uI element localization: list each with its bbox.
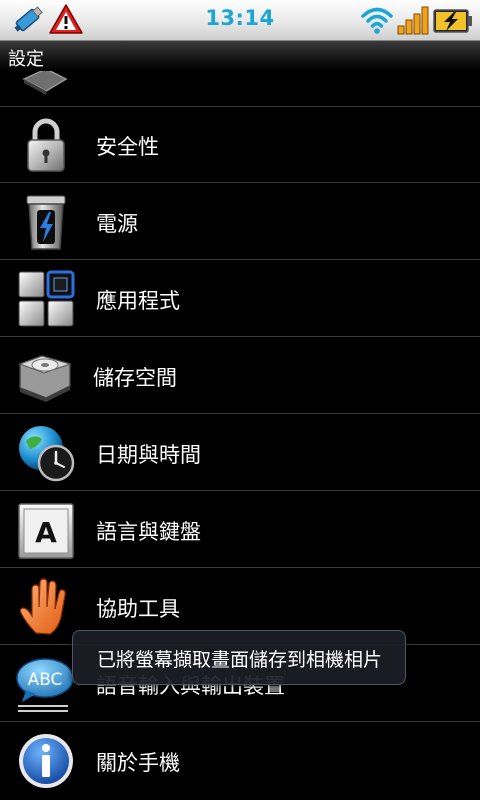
letter-a-key-icon: A bbox=[16, 500, 76, 560]
list-item-date-time[interactable]: 日期與時間 bbox=[0, 415, 480, 491]
list-item-label: 電源 bbox=[96, 212, 138, 236]
info-icon bbox=[16, 731, 76, 791]
settings-list: 安全性 電源 應用程式 儲存空間 日期與時間 A 語言與鍵盤 協助工具 ABC … bbox=[0, 71, 480, 800]
applications-grid-icon bbox=[16, 269, 76, 329]
wifi-icon bbox=[360, 4, 394, 40]
abc-speech-bubble-icon: ABC bbox=[14, 654, 74, 714]
power-trash-icon bbox=[16, 192, 76, 252]
globe-clock-icon bbox=[16, 423, 76, 483]
svg-text:A: A bbox=[35, 516, 57, 549]
list-item-label: 安全性 bbox=[96, 135, 159, 159]
svg-text:ABC: ABC bbox=[28, 670, 63, 690]
hand-icon bbox=[16, 577, 76, 637]
list-item-label: 日期與時間 bbox=[96, 443, 201, 467]
signal-icon bbox=[396, 4, 430, 40]
list-item-language-keyboard[interactable]: A 語言與鍵盤 bbox=[0, 492, 480, 568]
partial-item-icon bbox=[16, 71, 76, 99]
list-item-applications[interactable]: 應用程式 bbox=[0, 261, 480, 337]
list-item-label: 儲存空間 bbox=[93, 366, 177, 390]
status-bar: 13:14 bbox=[0, 0, 480, 41]
toast-notification: 已將螢幕擷取畫面儲存到相機相片 bbox=[72, 630, 406, 685]
title-bar: 設定 bbox=[0, 41, 480, 71]
list-item-label: 語言與鍵盤 bbox=[96, 520, 201, 544]
list-item-power[interactable]: 電源 bbox=[0, 184, 480, 260]
list-item-about-phone[interactable]: 關於手機 bbox=[0, 723, 480, 799]
hard-drive-icon bbox=[14, 346, 74, 406]
list-item-storage[interactable]: 儲存空間 bbox=[0, 338, 480, 414]
list-item-label: 關於手機 bbox=[96, 751, 180, 775]
list-item-label: 應用程式 bbox=[96, 289, 180, 313]
page-title: 設定 bbox=[8, 49, 44, 70]
battery-charging-icon bbox=[432, 4, 474, 40]
lock-icon bbox=[16, 115, 76, 175]
list-item-security[interactable]: 安全性 bbox=[0, 107, 480, 183]
toast-message: 已將螢幕擷取畫面儲存到相機相片 bbox=[97, 649, 383, 671]
list-item[interactable] bbox=[0, 71, 480, 107]
list-item-label: 協助工具 bbox=[96, 597, 180, 621]
